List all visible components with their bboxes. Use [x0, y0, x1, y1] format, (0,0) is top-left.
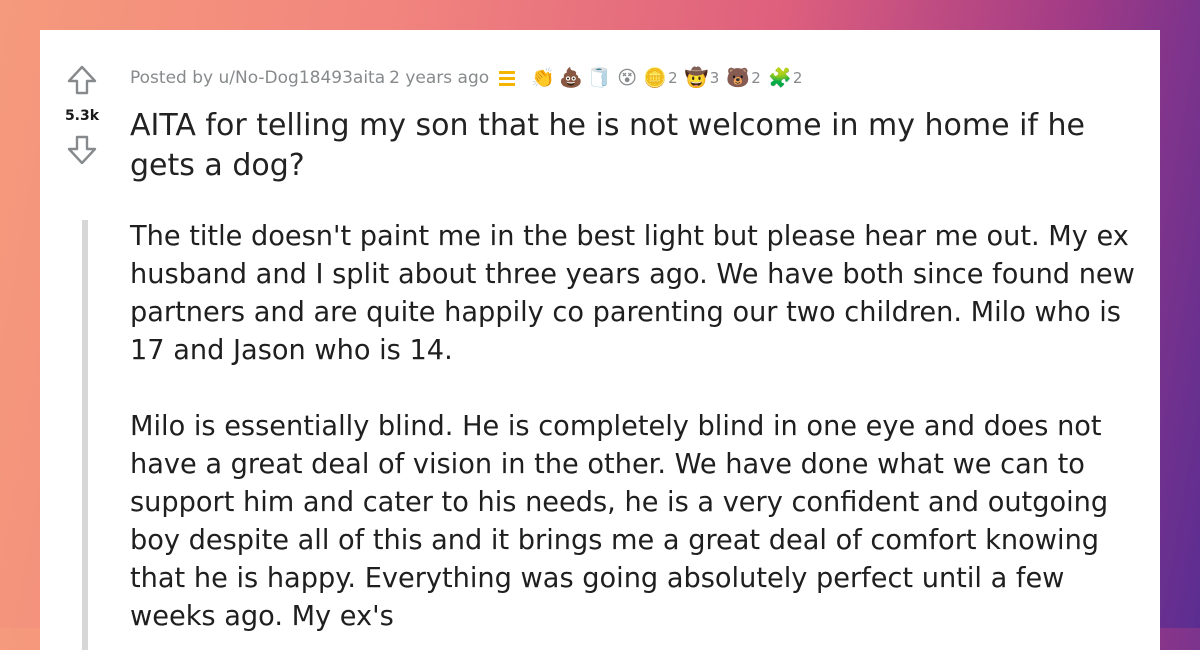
- downvote-arrow-icon[interactable]: [66, 134, 98, 166]
- post-paragraph: Milo is essentially blind. He is complet…: [130, 411, 1109, 632]
- award-count: 2: [751, 69, 761, 87]
- post-body: The title doesn't paint me in the best l…: [130, 218, 1140, 650]
- vote-column: 5.3k: [56, 64, 108, 166]
- post-age[interactable]: 2 years ago: [389, 68, 489, 88]
- award-count: 3: [709, 69, 720, 87]
- flair-bar-icon: [499, 70, 516, 86]
- confused-face-icon[interactable]: 😵: [615, 66, 639, 90]
- hat-face-icon[interactable]: 🤠: [685, 66, 709, 90]
- awards-list[interactable]: 👏 💩 🧻 😵 🪙 2 🤠 3 🐻 2 🧩 2: [527, 66, 805, 90]
- silver-coin-icon[interactable]: 🪙: [643, 66, 667, 90]
- clapping-hands-icon[interactable]: 👏: [531, 66, 555, 90]
- post-paragraph: The title doesn't paint me in the best l…: [130, 221, 1135, 366]
- puzzle-face-icon[interactable]: 🧩: [768, 66, 792, 90]
- post-card: 5.3k Posted by u/No-Dog18493aita 2 years…: [40, 30, 1160, 650]
- post-title[interactable]: AITA for telling my son that he is not w…: [130, 106, 1150, 186]
- poop-icon[interactable]: 💩: [559, 66, 583, 90]
- upvote-arrow-icon[interactable]: [66, 64, 98, 96]
- thread-line[interactable]: [82, 220, 88, 650]
- toilet-paper-icon[interactable]: 🧻: [587, 66, 611, 90]
- bear-icon[interactable]: 🐻: [726, 66, 750, 90]
- post-meta: Posted by u/No-Dog18493aita 2 years ago …: [130, 64, 805, 92]
- vote-score: 5.3k: [64, 108, 100, 124]
- award-count: 2: [668, 69, 678, 87]
- posted-by-link[interactable]: Posted by u/No-Dog18493aita: [130, 68, 385, 88]
- award-count: 2: [792, 69, 803, 87]
